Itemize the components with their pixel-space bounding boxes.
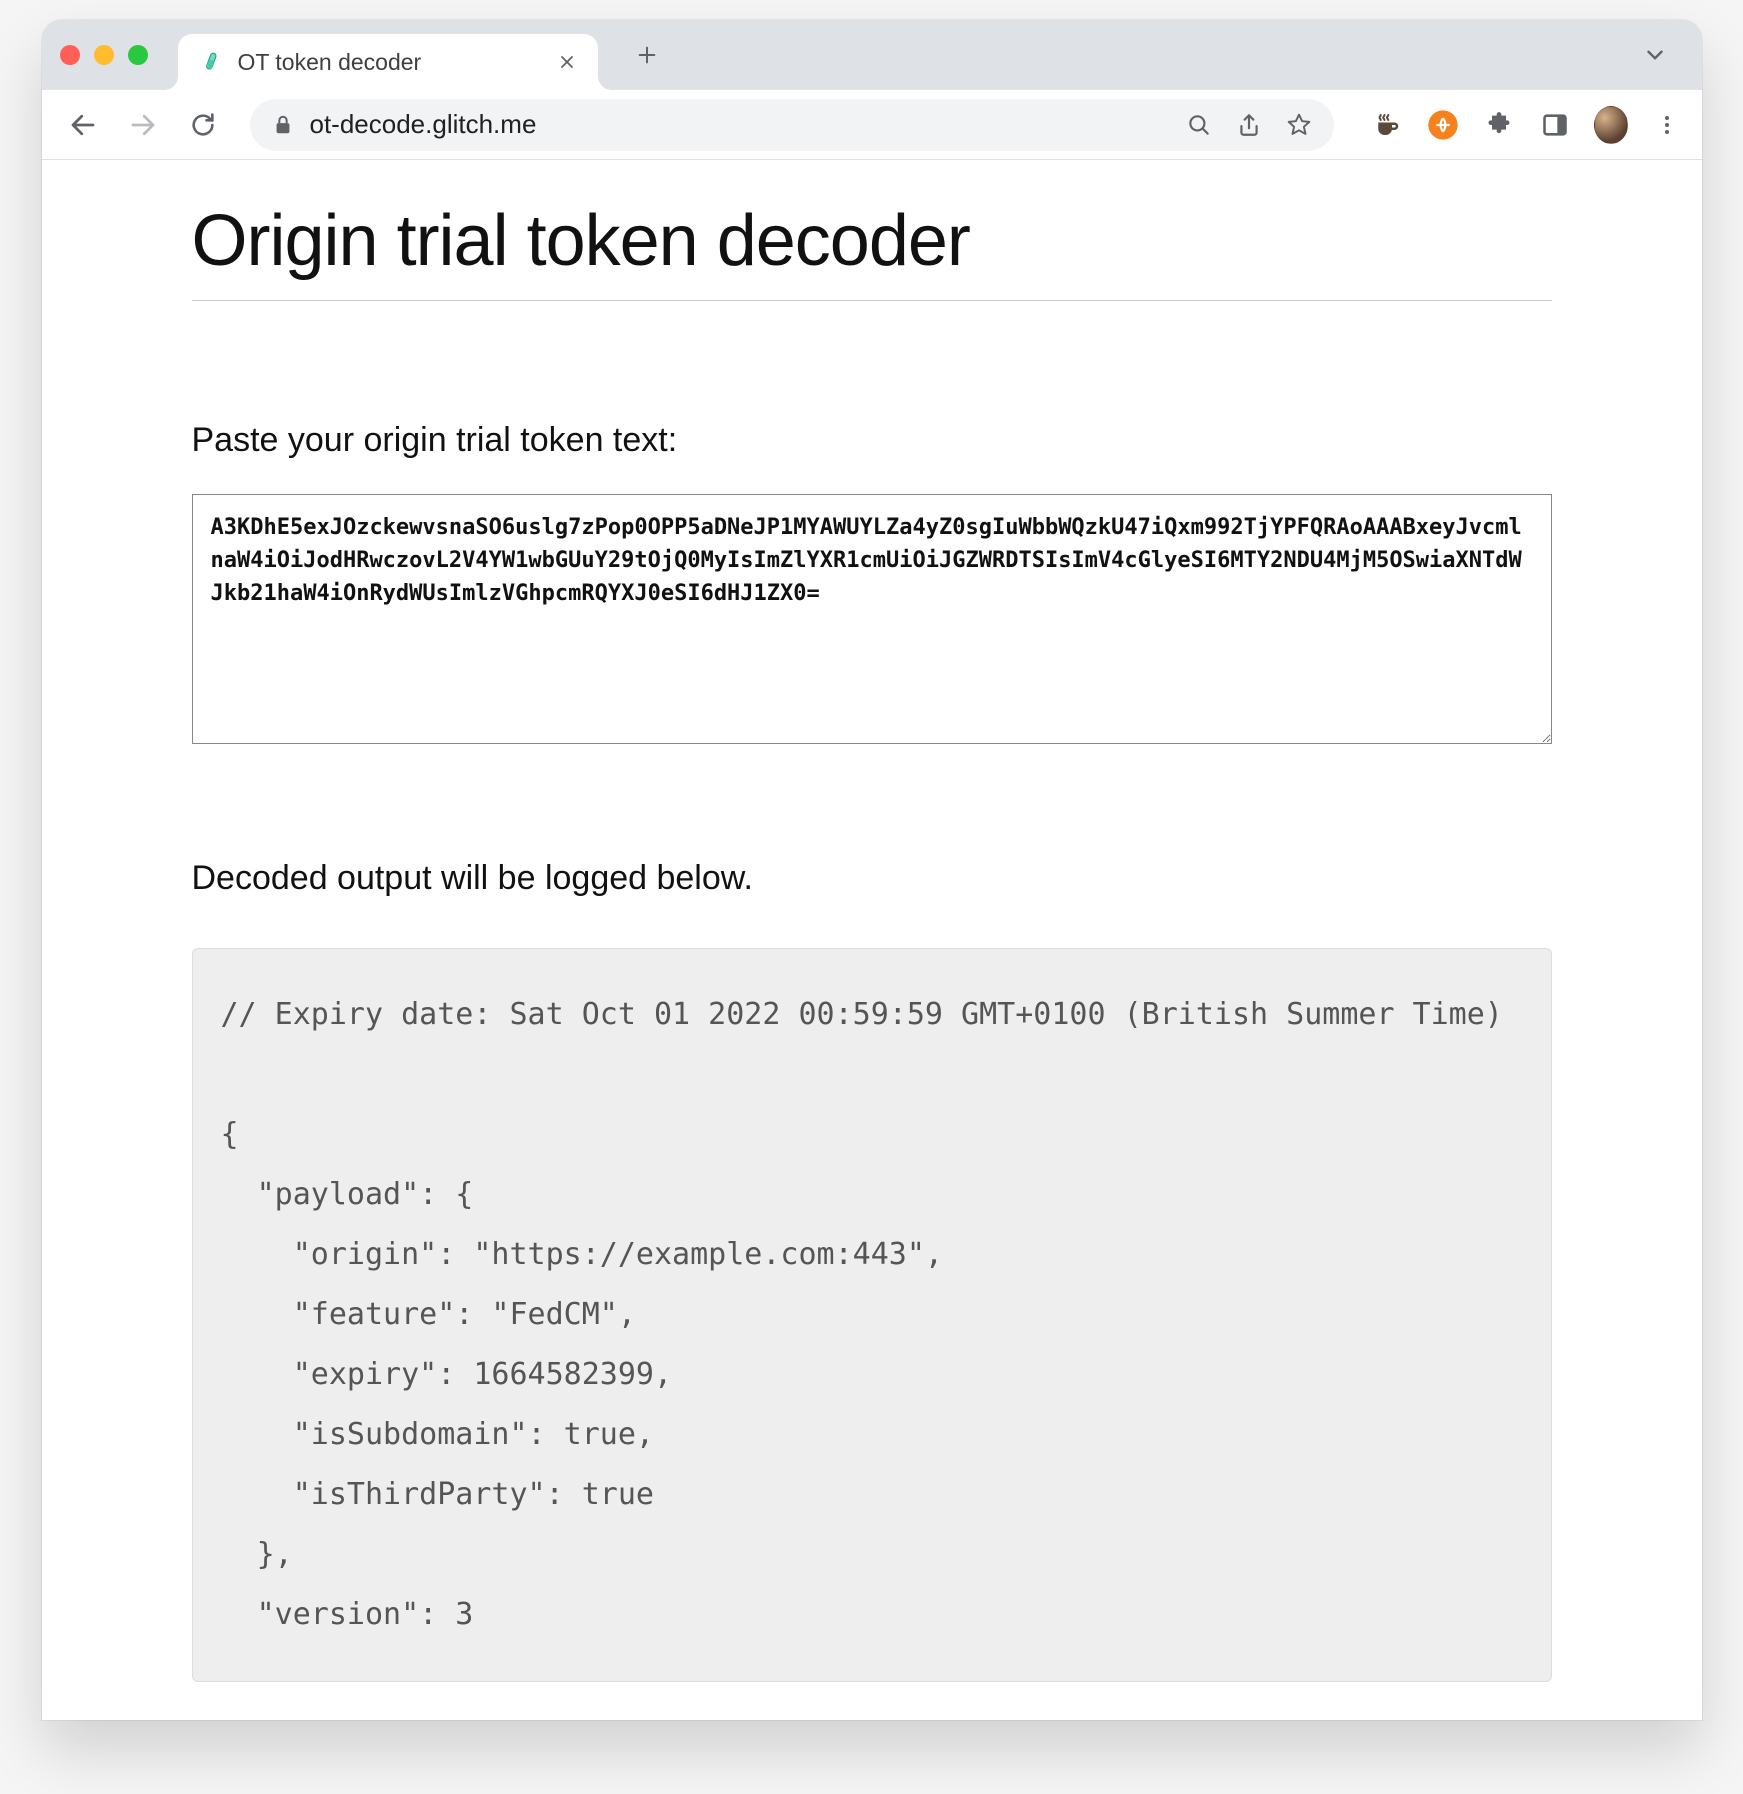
window-minimize-button[interactable] [94,45,114,65]
browser-window: OT token decoder ot-decode.glitch.me [42,20,1702,1720]
window-controls [60,45,148,65]
page-title: Origin trial token decoder [192,200,1552,282]
decoded-output: // Expiry date: Sat Oct 01 2022 00:59:59… [192,948,1552,1682]
paste-token-label: Paste your origin trial token text: [192,421,1552,460]
back-button[interactable] [60,102,106,148]
extensions-icon[interactable] [1482,108,1516,142]
share-icon[interactable] [1236,112,1262,138]
output-section-label: Decoded output will be logged below. [192,859,1552,898]
new-tab-button[interactable] [612,44,682,66]
lock-icon[interactable] [272,114,294,136]
reload-button[interactable] [180,102,226,148]
active-tab[interactable]: OT token decoder [178,34,598,90]
bookmark-icon[interactable] [1286,112,1312,138]
orange-circle-extension-icon[interactable] [1426,108,1460,142]
tab-title: OT token decoder [238,49,542,76]
token-textarea[interactable] [192,494,1552,744]
forward-button[interactable] [120,102,166,148]
divider [192,300,1552,301]
search-icon[interactable] [1186,112,1212,138]
page-content: Origin trial token decoder Paste your or… [42,160,1702,1720]
chrome-menu-button[interactable] [1650,108,1684,142]
window-close-button[interactable] [60,45,80,65]
tab-search-button[interactable] [1642,42,1684,68]
close-tab-button[interactable] [556,51,578,73]
url-text: ot-decode.glitch.me [310,109,1170,140]
window-zoom-button[interactable] [128,45,148,65]
address-bar[interactable]: ot-decode.glitch.me [250,99,1334,151]
test-tube-icon [198,49,224,75]
side-panel-icon[interactable] [1538,108,1572,142]
profile-avatar[interactable] [1594,108,1628,142]
extension-row [1370,108,1684,142]
toolbar: ot-decode.glitch.me [42,90,1702,160]
coffee-extension-icon[interactable] [1370,108,1404,142]
tab-strip: OT token decoder [42,20,1702,90]
